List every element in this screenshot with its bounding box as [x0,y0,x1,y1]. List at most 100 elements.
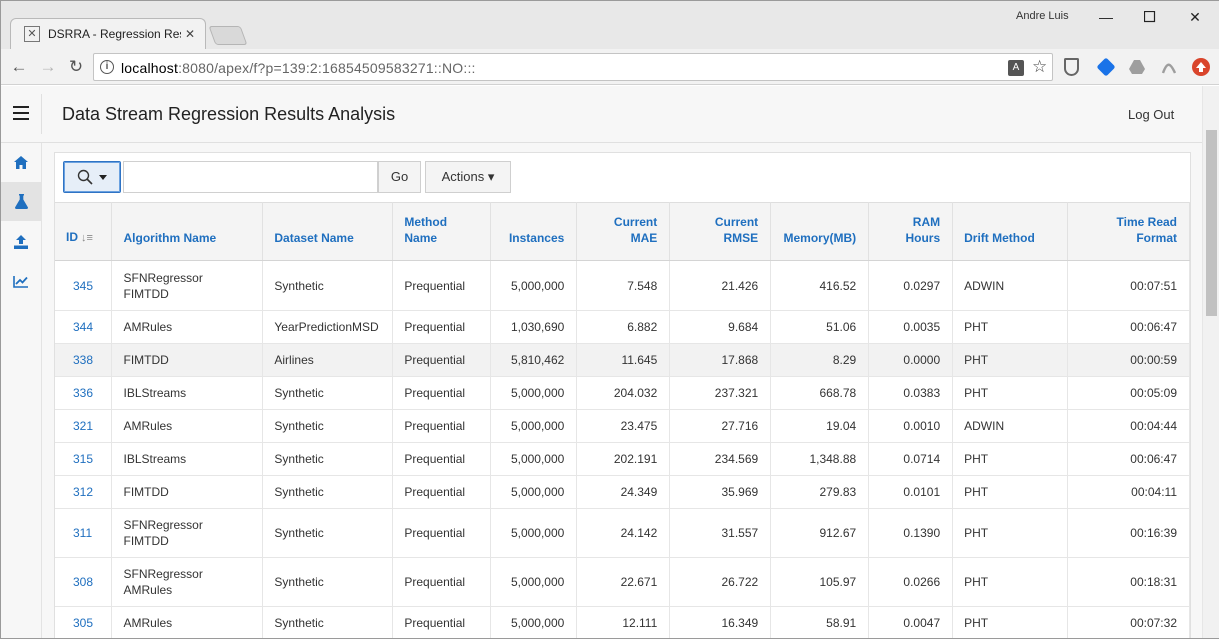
cell-rmse: 17.868 [669,343,772,377]
new-tab-button[interactable] [208,26,248,45]
column-header-id[interactable]: ID ↓≡ [55,202,113,261]
column-header-ram[interactable]: RAM Hours [868,202,954,261]
cell-mae: 22.671 [576,557,671,607]
nav-home[interactable] [1,143,41,182]
browser-window: ✕ DSRRA - Regression Resu ✕ Andre Luis —… [0,0,1219,639]
row-id-link[interactable]: 315 [55,442,113,476]
actions-button[interactable]: Actions ▾ [425,161,511,193]
column-header-drift[interactable]: Drift Method [952,202,1069,261]
search-column-button[interactable] [63,161,121,193]
vertical-scrollbar[interactable] [1202,86,1219,638]
translate-icon[interactable]: A [1008,60,1024,76]
row-id-link[interactable]: 345 [55,260,113,311]
cell-mae: 6.882 [576,310,671,344]
row-id-link[interactable]: 338 [55,343,113,377]
cell-time: 00:06:47 [1067,442,1190,476]
side-navigation [1,143,42,638]
page-content: Go Actions ▾ ID ↓≡ Algorithm Name Dataset… [42,143,1202,638]
cell-algorithm: SFNRegressor FIMTDD [111,260,264,311]
cell-time: 00:16:39 [1067,508,1190,558]
column-header-dataset[interactable]: Dataset Name [262,202,394,261]
cell-ram: 0.1390 [868,508,954,558]
caret-down-icon [99,174,107,180]
row-id-link[interactable]: 344 [55,310,113,344]
url-text[interactable]: localhost:8080/apex/f?p=139:2:1685450958… [121,60,476,76]
column-header-algorithm[interactable]: Algorithm Name [111,202,264,261]
reload-icon[interactable]: ↻ [65,56,87,78]
sort-descending-icon[interactable]: ↓≡ [81,230,93,246]
cell-ram: 0.0383 [868,376,954,410]
column-header-memory[interactable]: Memory(MB) [770,202,870,261]
site-info-icon[interactable]: i [100,60,114,74]
row-id-link[interactable]: 336 [55,376,113,410]
row-id-link[interactable]: 311 [55,508,113,558]
search-icon [77,169,93,185]
cell-ram: 0.0297 [868,260,954,311]
cell-ram: 0.0000 [868,343,954,377]
table-row: 308 SFNRegressor AMRules Synthetic Preque… [55,557,1190,607]
row-id-link[interactable]: 308 [55,557,113,607]
nav-experiments[interactable] [1,182,41,221]
row-id-link[interactable]: 321 [55,409,113,443]
cell-dataset: Synthetic [262,409,394,443]
table-row: 315 IBLStreams Synthetic Prequential 5,0… [55,442,1190,476]
close-window-icon[interactable]: ✕ [1180,7,1210,27]
layers-extension-icon[interactable] [1096,57,1116,77]
cell-mae: 12.111 [576,606,671,638]
column-header-mae[interactable]: Current MAE [576,202,671,261]
browser-tab[interactable]: ✕ DSRRA - Regression Resu ✕ [10,18,206,49]
logout-link[interactable]: Log Out [1128,107,1174,122]
table-row: 312 FIMTDD Synthetic Prequential 5,000,0… [55,475,1190,509]
pdf-extension-icon[interactable] [1160,58,1178,76]
nav-upload[interactable] [1,222,41,261]
browser-user-name[interactable]: Andre Luis [1016,10,1069,22]
bookmark-star-icon[interactable]: ☆ [1032,57,1047,77]
forward-icon[interactable]: → [37,56,59,78]
cell-mae: 202.191 [576,442,671,476]
column-header-method[interactable]: Method Name [392,202,492,261]
column-header-rmse[interactable]: Current RMSE [669,202,772,261]
go-button[interactable]: Go [378,161,421,193]
cell-method: Prequential [392,343,492,377]
cell-rmse: 26.722 [669,557,772,607]
cell-rmse: 237.321 [669,376,772,410]
report-region: Go Actions ▾ ID ↓≡ Algorithm Name Dataset… [54,152,1191,638]
cell-instances: 5,000,000 [490,260,578,311]
nav-charts[interactable] [1,262,41,301]
cell-instances: 5,000,000 [490,442,578,476]
cell-method: Prequential [392,557,492,607]
column-header-time[interactable]: Time Read Format [1067,202,1190,261]
address-bar[interactable]: i localhost:8080/apex/f?p=139:2:16854509… [93,53,1053,81]
back-icon[interactable]: ← [8,56,30,78]
shield-extension-icon[interactable] [1064,58,1079,76]
minimize-icon[interactable]: — [1091,7,1121,27]
cell-algorithm: SFNRegressor FIMTDD [111,508,264,558]
row-id-link[interactable]: 305 [55,606,113,638]
row-id-link[interactable]: 312 [55,475,113,509]
drive-extension-icon[interactable] [1128,58,1146,76]
table-header-row: ID ↓≡ Algorithm Name Dataset Name Method N… [55,202,1190,261]
cell-rmse: 31.557 [669,508,772,558]
cell-time: 00:05:09 [1067,376,1190,410]
upload-extension-icon[interactable] [1192,58,1210,76]
cell-algorithm: AMRules [111,606,264,638]
cell-memory: 416.52 [770,260,870,311]
tab-close-icon[interactable]: ✕ [185,27,195,41]
search-input[interactable] [123,161,378,193]
maximize-icon[interactable] [1135,7,1165,27]
menu-toggle-icon[interactable] [13,106,29,120]
cell-algorithm: FIMTDD [111,343,264,377]
scrollbar-thumb[interactable] [1206,130,1217,316]
cell-rmse: 27.716 [669,409,772,443]
column-header-instances[interactable]: Instances [490,202,578,261]
home-icon [14,156,28,169]
cell-instances: 5,000,000 [490,475,578,509]
cell-algorithm: AMRules [111,409,264,443]
cell-dataset: YearPredictionMSD [262,310,394,344]
cell-time: 00:06:47 [1067,310,1190,344]
cell-instances: 5,000,000 [490,606,578,638]
cell-mae: 204.032 [576,376,671,410]
flask-icon [14,194,28,209]
cell-drift: PHT [952,508,1069,558]
table-row: 311 SFNRegressor FIMTDD Synthetic Prequen… [55,508,1190,558]
